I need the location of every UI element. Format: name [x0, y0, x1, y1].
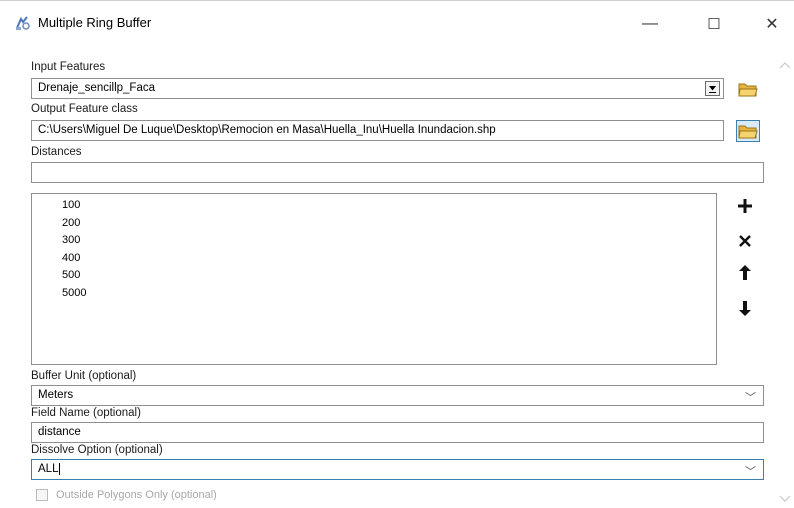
scroll-down-icon[interactable]	[779, 492, 791, 502]
buffer-unit-label: Buffer Unit (optional)	[31, 370, 137, 382]
list-item[interactable]: 500	[32, 267, 716, 285]
tool-icon	[14, 15, 30, 31]
output-feature-class-label: Output Feature class	[31, 103, 138, 115]
folder-icon	[738, 83, 758, 97]
outside-polygons-checkbox[interactable]	[36, 489, 48, 501]
outside-polygons-label: Outside Polygons Only (optional)	[56, 489, 217, 501]
plus-icon	[738, 199, 752, 213]
folder-icon	[738, 125, 758, 139]
input-features-browse-button[interactable]	[736, 78, 760, 100]
output-feature-class-input[interactable]: C:\Users\Miguel De Luque\Desktop\Remocio…	[31, 120, 724, 141]
dropdown-arrow-icon[interactable]	[705, 81, 720, 96]
list-item[interactable]: 400	[32, 250, 716, 268]
distances-input[interactable]	[31, 162, 764, 183]
distances-list[interactable]: 100 200 300 400 500 5000	[31, 193, 717, 365]
delete-icon	[739, 235, 751, 247]
output-feature-class-browse-button[interactable]	[736, 120, 760, 142]
list-item[interactable]: 300	[32, 232, 716, 250]
chevron-down-icon[interactable]: ﹀	[745, 463, 756, 479]
buffer-unit-dropdown[interactable]: Meters ﹀	[31, 385, 764, 406]
arrow-down-icon	[739, 300, 751, 316]
dissolve-option-value: ALL	[38, 463, 59, 475]
move-up-button[interactable]	[733, 260, 757, 284]
title-bar[interactable]: Multiple Ring Buffer — ☐ ✕	[0, 0, 794, 44]
dissolve-option-dropdown[interactable]: ALL ﹀	[31, 459, 764, 480]
arrow-up-icon	[739, 264, 751, 280]
chevron-down-icon[interactable]: ﹀	[745, 389, 756, 405]
remove-distance-button[interactable]	[733, 229, 757, 253]
list-item[interactable]: 200	[32, 215, 716, 233]
maximize-button[interactable]: ☐	[694, 9, 734, 39]
input-features-dropdown[interactable]: Drenaje_sencillp_Faca	[31, 78, 724, 99]
field-name-label: Field Name (optional)	[31, 407, 141, 419]
text-cursor	[59, 463, 61, 475]
move-down-button[interactable]	[733, 296, 757, 320]
buffer-unit-value: Meters	[38, 389, 74, 401]
scroll-up-icon[interactable]	[779, 58, 791, 69]
close-button[interactable]: ✕	[752, 9, 792, 39]
input-features-value: Drenaje_sencillp_Faca	[38, 82, 155, 94]
list-item[interactable]: 100	[32, 197, 716, 215]
minimize-button[interactable]: —	[630, 9, 670, 39]
field-name-input[interactable]: distance	[31, 422, 764, 443]
add-distance-button[interactable]	[733, 194, 757, 218]
list-item[interactable]: 5000	[32, 285, 716, 303]
input-features-label: Input Features	[31, 61, 106, 73]
dissolve-option-label: Dissolve Option (optional)	[31, 444, 163, 456]
distances-label: Distances	[31, 146, 82, 158]
window-title: Multiple Ring Buffer	[38, 15, 152, 30]
